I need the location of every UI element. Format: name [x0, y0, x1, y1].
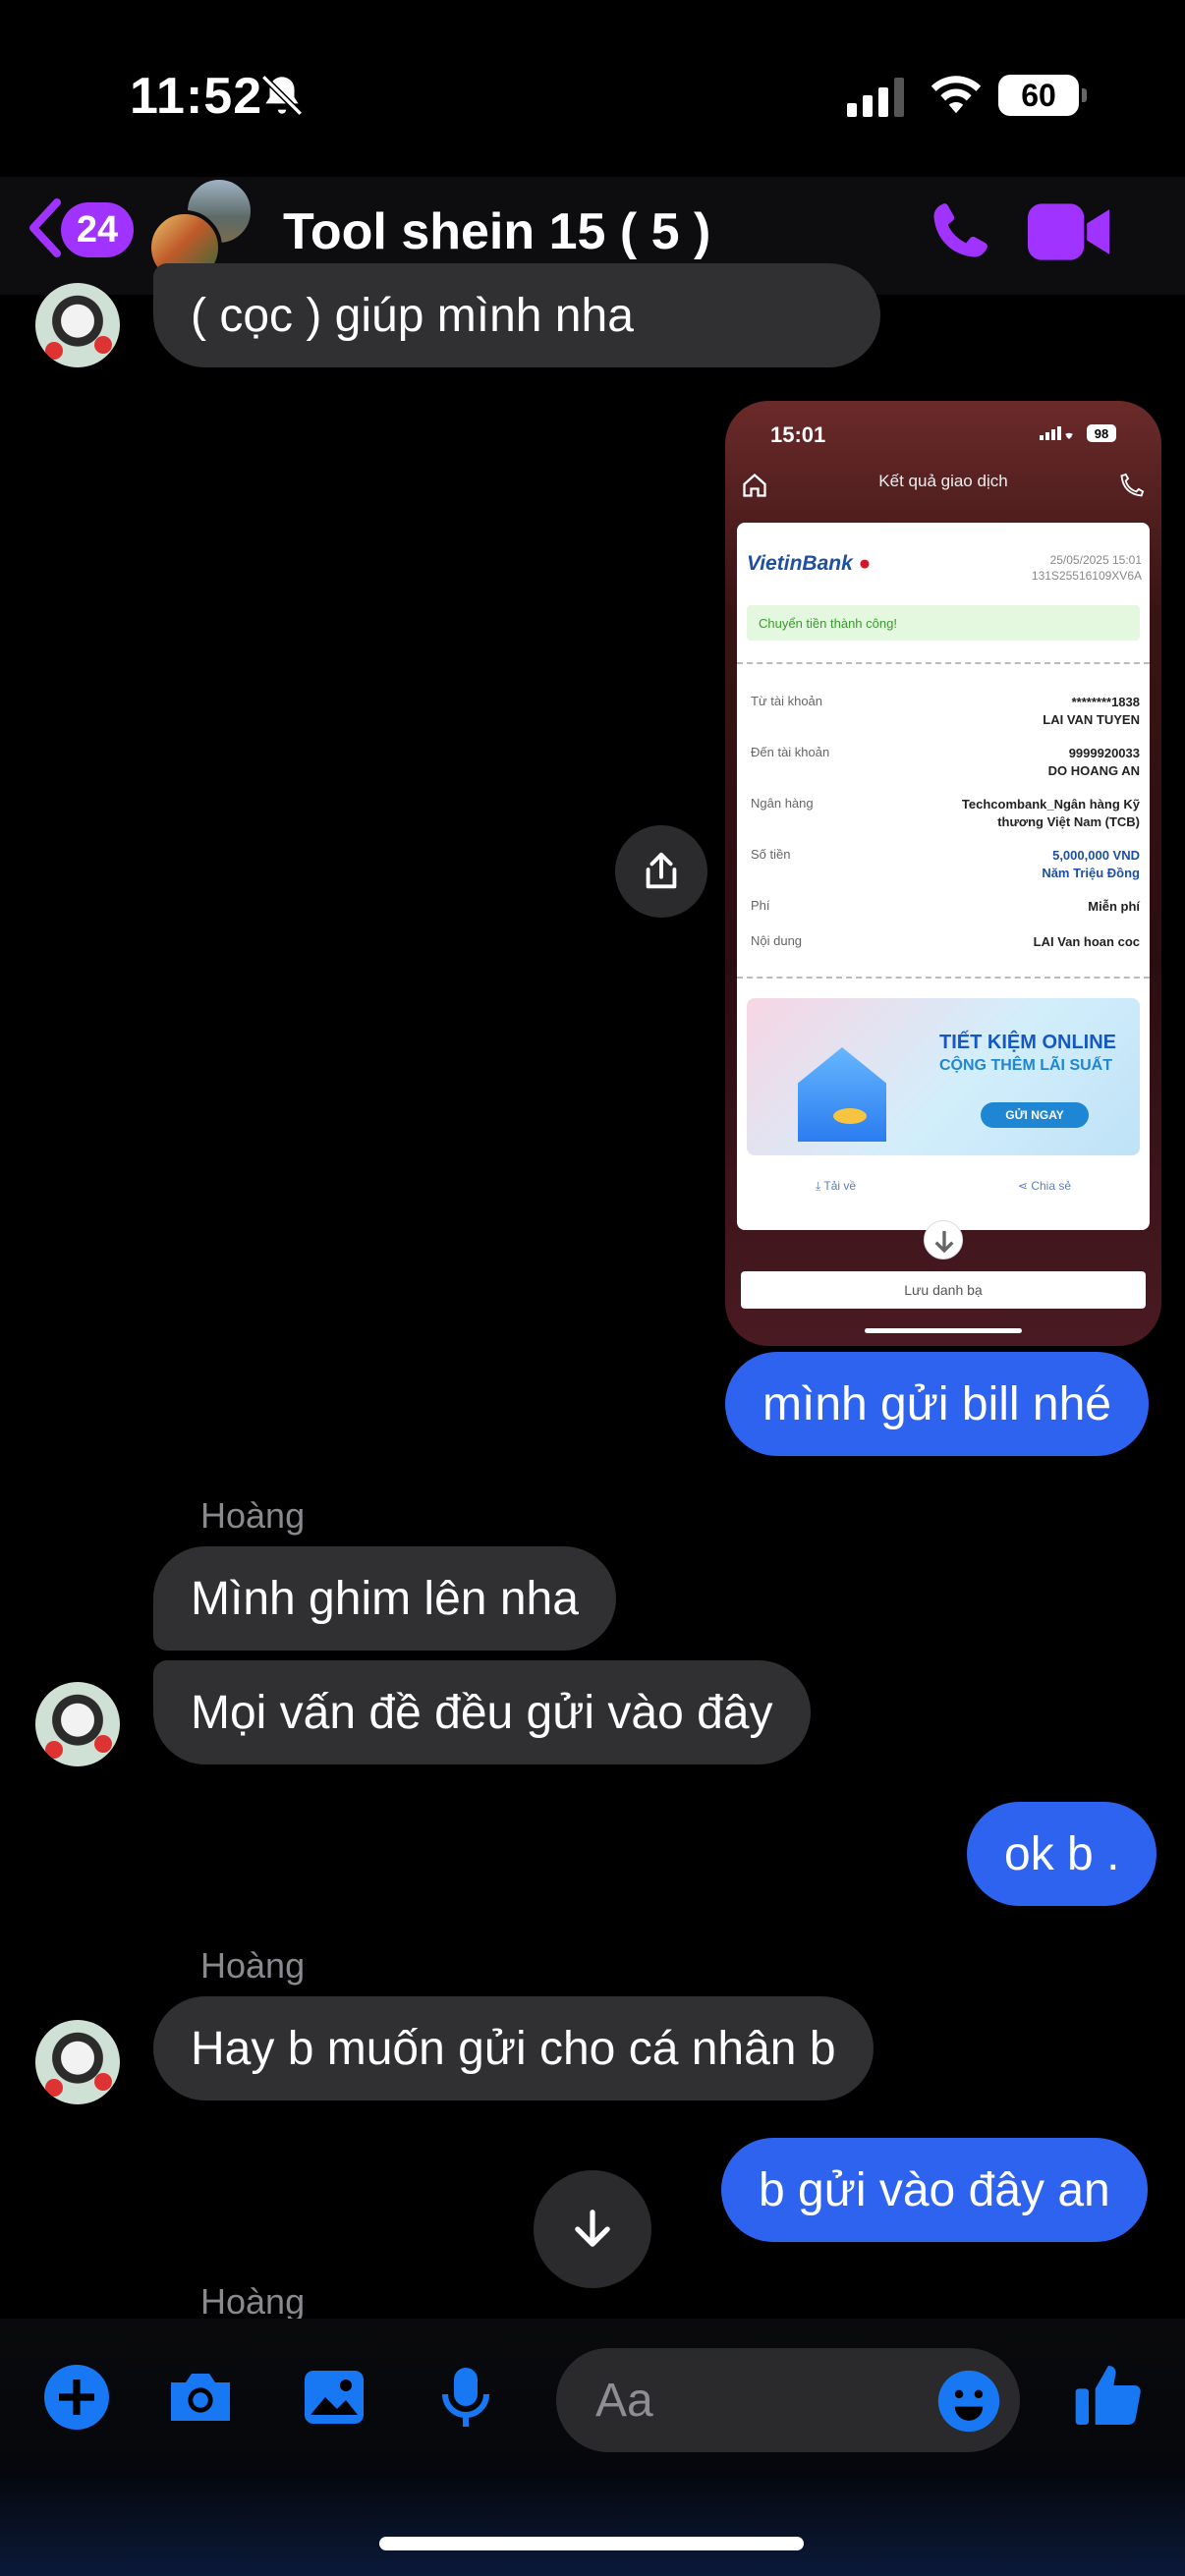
sender-name: Hoàng: [200, 2281, 306, 2322]
outgoing-message[interactable]: mình gửi bill nhé: [725, 1352, 1149, 1456]
mic-icon[interactable]: [430, 2362, 501, 2433]
share-button[interactable]: [615, 825, 707, 918]
back-chevron-icon[interactable]: [26, 196, 65, 259]
save-contact-button: Lưu danh bạ: [741, 1271, 1146, 1309]
message-input-container[interactable]: [556, 2348, 1020, 2452]
savings-promo-banner: TIẾT KIỆM ONLINE CỘNG THÊM LÃI SUẤT GỬI …: [747, 998, 1140, 1155]
signal-icon: [1040, 426, 1073, 440]
transaction-datetime: 25/05/2025 15:01: [1049, 553, 1142, 567]
receipt-row: Từ tài khoản ********1838 LAI VAN TUYEN: [751, 694, 1140, 733]
status-time: 11:52: [130, 68, 263, 125]
receipt-row: Phí Miễn phí: [751, 898, 1140, 918]
row-label: Phí: [751, 898, 770, 913]
receipt-row: Số tiền 5,000,000 VND Năm Triệu Đồng: [751, 847, 1140, 886]
wifi-icon: [931, 76, 982, 114]
phone-icon: [1120, 473, 1145, 497]
coin-icon: [833, 1108, 867, 1124]
incoming-message[interactable]: Mình ghim lên nha: [153, 1546, 616, 1651]
shared-receipt-image[interactable]: 15:01 98 Kết quả giao dịch VietinBank ● …: [725, 401, 1161, 1346]
battery-indicator: 60: [998, 75, 1087, 116]
incoming-message[interactable]: Mọi vấn đề đều gửi vào đây: [153, 1660, 811, 1764]
scroll-to-bottom-button[interactable]: [534, 2170, 651, 2288]
share-label: ⋖ Chia sẻ: [1017, 1179, 1071, 1193]
home-indicator: [865, 1328, 1022, 1333]
download-label: ⤓ Tải về: [816, 1179, 857, 1193]
receipt-row: Đến tài khoản 9999920033 DO HOANG AN: [751, 745, 1140, 784]
transaction-date: 25/05/2025 15:01 131S25516109XV6A: [1032, 552, 1142, 584]
video-icon[interactable]: [1028, 198, 1112, 265]
home-indicator: [379, 2537, 804, 2550]
chat-title[interactable]: Tool shein 15 ( 5 ): [283, 202, 710, 261]
status-bar: 11:52 60: [0, 0, 1185, 177]
house-icon: [798, 1047, 886, 1142]
transaction-receipt: VietinBank ● 25/05/2025 15:01 131S2551610…: [737, 523, 1150, 1230]
row-value: 5,000,000 VND Năm Triệu Đồng: [1042, 848, 1140, 880]
arrow-down-icon: [924, 1220, 963, 1260]
share-text: Chia sẻ: [1031, 1179, 1071, 1193]
promo-title: TIẾT KIỆM ONLINE: [939, 1032, 1116, 1053]
sender-avatar[interactable]: [35, 2020, 120, 2104]
signal-icon: [847, 78, 904, 117]
success-banner: Chuyển tiền thành công!: [747, 605, 1140, 641]
bank-logo: VietinBank ●: [747, 552, 871, 576]
sender-name: Hoàng: [200, 1495, 306, 1536]
row-value: Miễn phí: [1088, 899, 1140, 914]
row-label: Số tiền: [751, 847, 791, 862]
row-label: Từ tài khoản: [751, 694, 823, 708]
bank-logo-part: Vietin: [747, 552, 803, 575]
incoming-message[interactable]: ( cọc ) giúp mình nha: [153, 263, 880, 367]
row-label: Đến tài khoản: [751, 745, 830, 759]
row-value: 9999920033 DO HOANG AN: [1047, 746, 1140, 778]
promo-subtitle: CỘNG THÊM LÃI SUẤT: [939, 1057, 1112, 1074]
image-icon[interactable]: [299, 2362, 369, 2433]
receipt-screen-title: Kết quả giao dịch: [878, 472, 1008, 490]
bank-logo-part: Bank: [802, 552, 853, 575]
sender-avatar[interactable]: [35, 1682, 120, 1766]
row-value: Techcombank_Ngân hàng Kỹ thương Việt Nam…: [961, 797, 1140, 829]
share-icon: [646, 852, 677, 889]
outgoing-message[interactable]: b gửi vào đây an: [721, 2138, 1148, 2242]
unread-count-badge[interactable]: 24: [61, 202, 134, 257]
receipt-status-time: 15:01: [770, 422, 826, 447]
bell-slash-icon: [261, 75, 303, 116]
receipt-row: Nội dung LAI Van hoan coc: [751, 933, 1140, 953]
transaction-ref: 131S25516109XV6A: [1031, 569, 1142, 583]
incoming-message[interactable]: Hay b muốn gửi cho cá nhân b: [153, 1996, 874, 2100]
sender-name: Hoàng: [200, 1945, 306, 1986]
arrow-down-icon: [575, 2210, 610, 2247]
phone-icon[interactable]: [924, 196, 994, 267]
plus-icon[interactable]: [41, 2362, 112, 2433]
bank-logo-mark: ●: [858, 552, 872, 575]
receipt-battery: 98: [1087, 424, 1116, 442]
camera-icon[interactable]: [165, 2362, 236, 2433]
row-value: LAI Van hoan coc: [1033, 934, 1140, 949]
sender-avatar[interactable]: [35, 283, 120, 367]
emoji-icon[interactable]: [935, 2368, 1002, 2435]
thumbs-up-icon[interactable]: [1069, 2356, 1148, 2435]
row-value: ********1838 LAI VAN TUYEN: [1043, 695, 1140, 727]
download-text: Tải về: [823, 1179, 857, 1193]
divider: [737, 662, 1150, 664]
promo-button: GỬI NGAY: [981, 1102, 1089, 1128]
row-label: Ngân hàng: [751, 796, 814, 811]
row-label: Nội dung: [751, 933, 803, 948]
message-input[interactable]: [595, 2372, 910, 2429]
divider: [737, 977, 1150, 979]
outgoing-message[interactable]: ok b .: [967, 1802, 1157, 1906]
receipt-row: Ngân hàng Techcombank_Ngân hàng Kỹ thươn…: [751, 796, 1140, 835]
